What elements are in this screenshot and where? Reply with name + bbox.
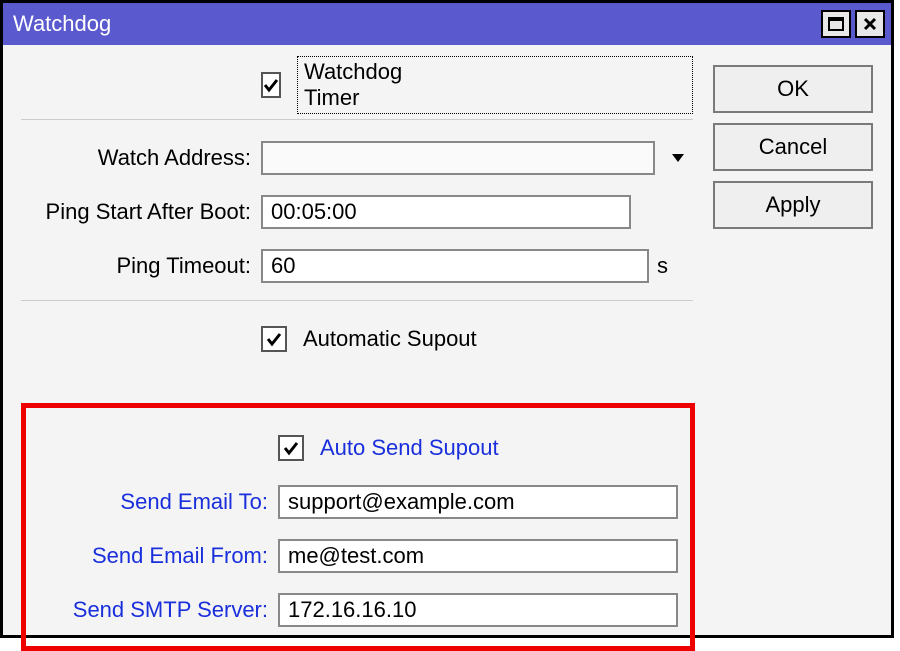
maximize-button[interactable]: [821, 10, 851, 38]
send-email-from-label: Send Email From:: [38, 543, 278, 569]
titlebar[interactable]: Watchdog: [3, 3, 891, 45]
row-automatic-supout: Automatic Supout: [21, 319, 693, 359]
chevron-down-icon: [670, 152, 686, 164]
auto-send-section: Auto Send Supout Send Email To: Send Ema…: [21, 403, 695, 651]
separator-2: [21, 300, 693, 301]
send-email-to-input[interactable]: [278, 485, 678, 519]
check-icon: [283, 440, 299, 456]
watchdog-timer-checkbox[interactable]: [261, 72, 281, 98]
send-email-from-input[interactable]: [278, 539, 678, 573]
cancel-button[interactable]: Cancel: [713, 123, 873, 171]
ping-timeout-label: Ping Timeout:: [21, 253, 261, 279]
close-button[interactable]: [855, 10, 885, 38]
ping-timeout-unit: s: [657, 253, 677, 279]
ping-start-after-boot-input[interactable]: [261, 195, 631, 229]
watch-address-dropdown[interactable]: [663, 141, 693, 175]
automatic-supout-checkbox[interactable]: [261, 326, 287, 352]
client-area: Watchdog Timer Watch Address:: [3, 45, 891, 635]
row-send-email-from: Send Email From:: [38, 536, 678, 576]
watch-address-combo[interactable]: [261, 141, 655, 175]
row-send-smtp-server: Send SMTP Server:: [38, 590, 678, 630]
auto-send-supout-checkbox[interactable]: [278, 435, 304, 461]
row-send-email-to: Send Email To:: [38, 482, 678, 522]
window-title: Watchdog: [13, 11, 817, 37]
form-column: Watchdog Timer Watch Address:: [21, 65, 693, 617]
row-ping-timeout: Ping Timeout: s: [21, 246, 693, 286]
row-ping-start-after-boot: Ping Start After Boot:: [21, 192, 693, 232]
apply-button[interactable]: Apply: [713, 181, 873, 229]
send-smtp-server-label: Send SMTP Server:: [38, 597, 278, 623]
close-icon: [863, 17, 877, 31]
row-watchdog-timer: Watchdog Timer: [21, 65, 693, 105]
ok-button[interactable]: OK: [713, 65, 873, 113]
ping-start-after-boot-label: Ping Start After Boot:: [21, 199, 261, 225]
send-email-to-label: Send Email To:: [38, 489, 278, 515]
maximize-icon: [828, 17, 844, 31]
button-column: OK Cancel Apply: [713, 65, 873, 617]
ping-timeout-input[interactable]: [261, 249, 649, 283]
watchdog-window: Watchdog: [0, 0, 894, 638]
check-icon: [266, 331, 282, 347]
automatic-supout-label[interactable]: Automatic Supout: [303, 326, 477, 352]
watch-address-label: Watch Address:: [21, 145, 261, 171]
check-icon: [263, 77, 279, 93]
row-watch-address: Watch Address:: [21, 138, 693, 178]
watchdog-timer-label[interactable]: Watchdog Timer: [297, 56, 693, 114]
auto-send-supout-label[interactable]: Auto Send Supout: [320, 435, 499, 461]
send-smtp-server-input[interactable]: [278, 593, 678, 627]
row-auto-send-supout: Auto Send Supout: [38, 428, 678, 468]
separator-1: [21, 119, 693, 120]
